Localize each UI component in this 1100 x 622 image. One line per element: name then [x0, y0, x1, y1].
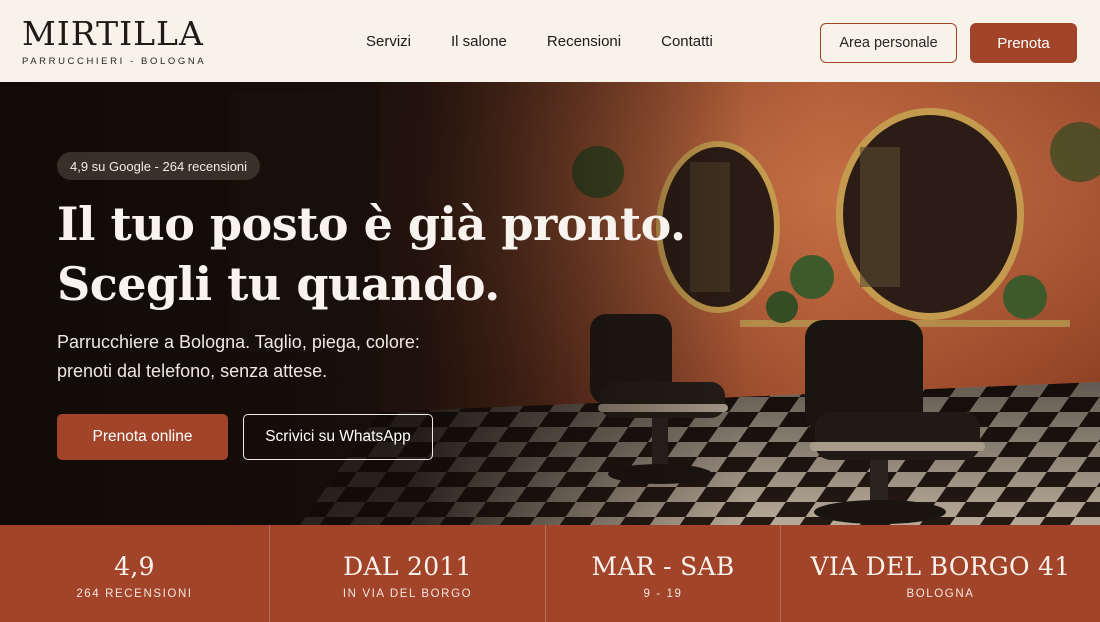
stat-rating: 4,9 264 RECENSIONI: [0, 525, 269, 622]
hero-headline: Il tuo posto è già pronto. Scegli tu qua…: [57, 194, 686, 314]
nav-link-recensioni[interactable]: Recensioni: [547, 33, 621, 50]
stat-address: VIA DEL BORGO 41 BOLOGNA: [780, 525, 1100, 622]
headline-line-2: Scegli tu quando.: [57, 257, 500, 311]
nav-link-il-salone[interactable]: Il salone: [451, 33, 507, 50]
prenota-button[interactable]: Prenota: [970, 23, 1077, 63]
main-nav: Servizi Il salone Recensioni Contatti: [366, 33, 753, 50]
nav-link-contatti[interactable]: Contatti: [661, 33, 713, 50]
subtext-line-1: Parrucchiere a Bologna. Taglio, piega, c…: [57, 332, 420, 352]
stat-value: DAL 2011: [343, 552, 472, 581]
logo[interactable]: MIRTILLA PARRUCCHIERI - BOLOGNA: [22, 14, 207, 68]
logo-name: MIRTILLA: [22, 14, 204, 53]
stat-hours: MAR - SAB 9 - 19: [545, 525, 780, 622]
stat-label: IN VIA DEL BORGO: [342, 588, 473, 600]
site-header: MIRTILLA PARRUCCHIERI - BOLOGNA Servizi …: [0, 0, 1100, 82]
stat-value: MAR - SAB: [591, 552, 735, 581]
stat-since: DAL 2011 IN VIA DEL BORGO: [269, 525, 545, 622]
area-personale-button[interactable]: Area personale: [820, 23, 957, 63]
stat-label: 9 - 19: [643, 588, 683, 600]
hero-subtext: Parrucchiere a Bologna. Taglio, piega, c…: [57, 328, 457, 386]
whatsapp-button[interactable]: Scrivici su WhatsApp: [243, 414, 433, 460]
stat-label: 264 RECENSIONI: [76, 588, 193, 600]
logo-subtitle: PARRUCCHIERI - BOLOGNA: [22, 56, 207, 67]
nav-link-servizi[interactable]: Servizi: [366, 33, 411, 50]
headline-line-1: Il tuo posto è già pronto.: [57, 197, 686, 251]
stat-label: BOLOGNA: [906, 588, 975, 600]
prenota-online-button[interactable]: Prenota online: [57, 414, 228, 460]
rating-badge: 4,9 su Google - 264 recensioni: [57, 152, 261, 180]
hero-section: 4,9 su Google - 264 recensioni Il tuo po…: [0, 82, 1100, 525]
stat-value: VIA DEL BORGO 41: [810, 552, 1071, 581]
stats-bar: 4,9 264 RECENSIONI DAL 2011 IN VIA DEL B…: [0, 525, 1100, 622]
subtext-line-2: prenoti dal telefono, senza attese.: [57, 361, 328, 381]
stat-value: 4,9: [114, 552, 155, 581]
